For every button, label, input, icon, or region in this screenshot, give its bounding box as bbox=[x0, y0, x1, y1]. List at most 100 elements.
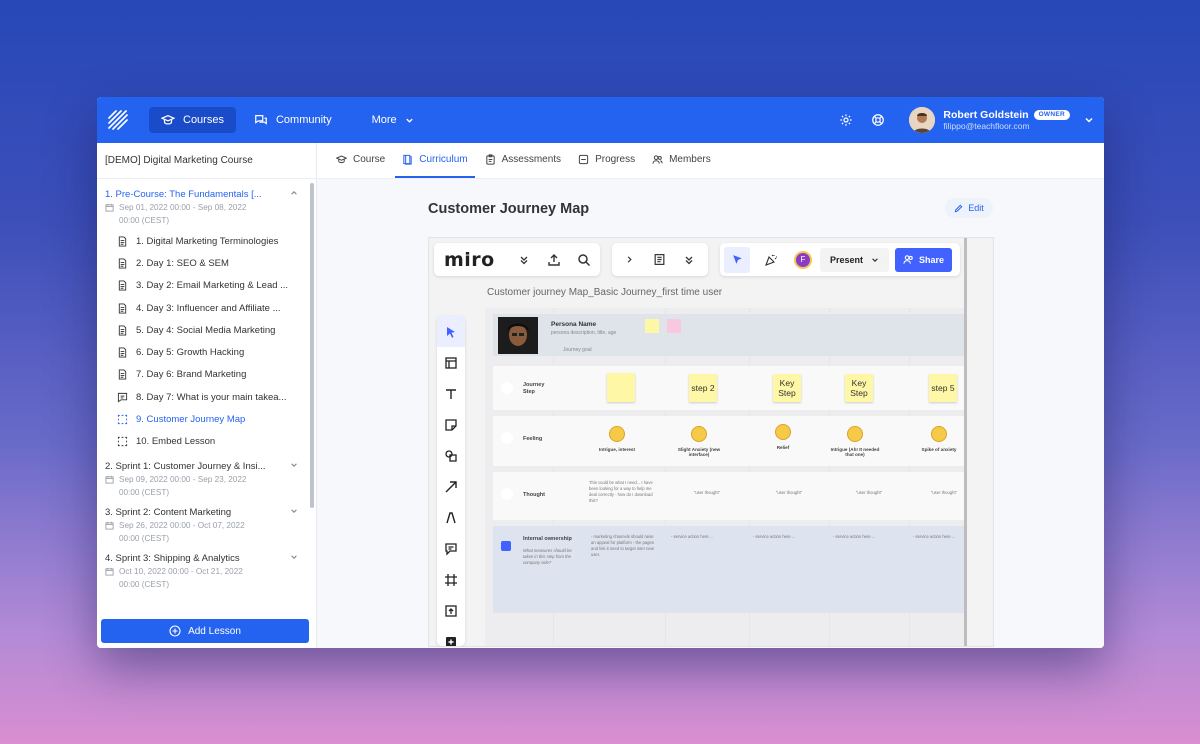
more-apps-icon[interactable] bbox=[437, 626, 465, 646]
miro-embed[interactable]: miro F Present Share Customer journey Ma… bbox=[428, 237, 994, 647]
double-chevron-down-icon[interactable] bbox=[680, 251, 698, 269]
lesson-item[interactable]: 2. Day 1: SEO & SEM bbox=[97, 252, 308, 274]
search-icon[interactable] bbox=[575, 251, 593, 269]
feeling-label: Spike of anxiety bbox=[921, 447, 957, 452]
lesson-label: 10. Embed Lesson bbox=[136, 436, 216, 448]
board-title: Customer journey Map_Basic Journey_first… bbox=[487, 287, 723, 298]
section-header-3[interactable]: 3. Sprint 2: Content Marketing bbox=[97, 503, 308, 518]
comment-tool-icon[interactable] bbox=[437, 533, 465, 564]
journey-row bbox=[493, 366, 965, 410]
select-tool-icon[interactable] bbox=[437, 316, 465, 347]
lesson-item[interactable]: 7. Day 6: Brand Marketing bbox=[97, 364, 308, 386]
progress-icon bbox=[578, 154, 589, 164]
tab-label: Curriculum bbox=[419, 153, 468, 165]
chevron-up-icon[interactable] bbox=[290, 189, 298, 197]
app-logo-icon[interactable] bbox=[107, 109, 129, 131]
section-date-line1: Sep 26, 2022 00:00 - Oct 07, 2022 bbox=[119, 520, 245, 530]
lesson-item[interactable]: 10. Embed Lesson bbox=[97, 431, 308, 453]
chevron-down-icon[interactable] bbox=[290, 461, 298, 469]
sticky-step-5: step 5 bbox=[929, 374, 957, 402]
document-list-icon[interactable] bbox=[650, 251, 668, 269]
tab-assessments[interactable]: Assessments bbox=[478, 142, 568, 178]
help-lifebuoy-icon[interactable] bbox=[869, 111, 887, 129]
section-date-line2: 00:00 (CEST) bbox=[119, 579, 170, 589]
double-chevron-down-icon[interactable] bbox=[515, 251, 533, 269]
user-avatar[interactable] bbox=[909, 107, 936, 133]
text-tool-icon[interactable] bbox=[437, 378, 465, 409]
section-date-line1: Oct 10, 2022 00:00 - Oct 21, 2022 bbox=[119, 566, 243, 576]
templates-tool-icon[interactable] bbox=[437, 347, 465, 378]
chevron-down-icon[interactable] bbox=[290, 507, 298, 515]
add-lesson-label: Add Lesson bbox=[188, 625, 241, 637]
main-content: Course Curriculum Assessments Progress M… bbox=[317, 143, 1104, 648]
user-info[interactable]: Robert Goldstein OWNER filippo@teachfloor… bbox=[943, 109, 1070, 132]
user-menu-chevron-icon[interactable] bbox=[1084, 115, 1094, 125]
owner-badge: OWNER bbox=[1033, 110, 1070, 120]
share-button[interactable]: Share bbox=[895, 247, 953, 272]
document-icon bbox=[118, 302, 127, 314]
miro-tool-palette bbox=[437, 316, 465, 646]
pen-tool-icon[interactable] bbox=[437, 502, 465, 533]
lesson-item[interactable]: 4. Day 3: Influencer and Affiliate ... bbox=[97, 297, 308, 319]
emoji-surprised bbox=[609, 426, 625, 442]
journey-map-board[interactable]: Persona Name persona description, title,… bbox=[485, 308, 965, 646]
tab-members[interactable]: Members bbox=[645, 142, 718, 178]
lesson-item[interactable]: 5. Day 4: Social Media Marketing bbox=[97, 319, 308, 341]
graduation-cap-icon bbox=[336, 155, 347, 163]
emoji-anxious bbox=[931, 426, 947, 442]
graduation-cap-icon bbox=[161, 114, 175, 125]
cursor-sharing-icon[interactable] bbox=[724, 246, 750, 273]
nav-more-button[interactable]: More bbox=[360, 107, 426, 133]
embed-icon bbox=[117, 437, 128, 447]
collaborator-avatar[interactable]: F bbox=[794, 250, 812, 269]
section-date-line2: 00:00 (CEST) bbox=[119, 533, 170, 543]
settings-gear-icon[interactable] bbox=[837, 111, 855, 129]
lesson-item[interactable]: 3. Day 2: Email Marketing & Lead ... bbox=[97, 275, 308, 297]
thought-text: "user thought" bbox=[855, 490, 883, 495]
nav-community-button[interactable]: Community bbox=[242, 107, 344, 133]
lesson-item[interactable]: 1. Digital Marketing Terminologies bbox=[97, 230, 308, 252]
edit-button[interactable]: Edit bbox=[945, 198, 993, 218]
tab-progress[interactable]: Progress bbox=[571, 142, 642, 178]
add-lesson-button[interactable]: Add Lesson bbox=[101, 619, 309, 643]
sticky-note-tool-icon[interactable] bbox=[437, 409, 465, 440]
nav-courses-button[interactable]: Courses bbox=[149, 107, 236, 133]
celebrate-icon[interactable] bbox=[762, 251, 780, 269]
lesson-label: 2. Day 1: SEO & SEM bbox=[136, 257, 229, 269]
upload-tool-icon[interactable] bbox=[437, 595, 465, 626]
persona-name: Persona Name bbox=[551, 321, 597, 328]
lesson-item-active[interactable]: 9. Customer Journey Map bbox=[97, 408, 308, 430]
arrow-tool-icon[interactable] bbox=[437, 471, 465, 502]
chevron-right-icon[interactable] bbox=[620, 251, 638, 269]
persona-card: Persona Name persona description, title,… bbox=[493, 314, 965, 356]
section-title: 4. Sprint 3: Shipping & Analytics bbox=[105, 552, 240, 564]
lesson-item[interactable]: 8. Day 7: What is your main takea... bbox=[97, 386, 308, 408]
lesson-label: 1. Digital Marketing Terminologies bbox=[136, 235, 279, 247]
lesson-label: 8. Day 7: What is your main takea... bbox=[136, 391, 287, 403]
chevron-down-icon[interactable] bbox=[290, 553, 298, 561]
section-header-1[interactable]: 1. Pre-Course: The Fundamentals [... bbox=[97, 185, 308, 200]
section-header-2[interactable]: 2. Sprint 1: Customer Journey & Insi... bbox=[97, 457, 308, 472]
nav-community-label: Community bbox=[275, 114, 332, 126]
sticky-step-3: Key Step bbox=[773, 374, 801, 402]
chevron-down-icon bbox=[405, 118, 413, 123]
chevron-down-icon bbox=[872, 257, 878, 262]
tab-curriculum[interactable]: Curriculum bbox=[395, 142, 475, 178]
tab-course[interactable]: Course bbox=[329, 142, 392, 178]
miro-collab-toolbar: F Present Share bbox=[720, 243, 960, 276]
mini-sticky-yellow bbox=[645, 319, 659, 333]
section-date: Oct 10, 2022 00:00 - Oct 21, 2022 00:00 (… bbox=[97, 564, 308, 591]
sidebar-scrollbar[interactable] bbox=[310, 183, 314, 508]
lesson-item[interactable]: 6. Day 5: Growth Hacking bbox=[97, 341, 308, 363]
shapes-tool-icon[interactable] bbox=[437, 440, 465, 471]
frame-tool-icon[interactable] bbox=[437, 564, 465, 595]
app-window: Courses Community More Robert Goldstein O… bbox=[97, 97, 1104, 648]
present-label: Present bbox=[830, 254, 864, 265]
ownership-note: - marketing channels should raise an app… bbox=[591, 534, 654, 557]
lesson-label: 9. Customer Journey Map bbox=[136, 414, 246, 426]
upload-icon[interactable] bbox=[545, 251, 563, 269]
present-button[interactable]: Present bbox=[820, 247, 890, 272]
section-header-4[interactable]: 4. Sprint 3: Shipping & Analytics bbox=[97, 549, 308, 564]
curriculum-sidebar: [DEMO] Digital Marketing Course 1. Pre-C… bbox=[97, 143, 317, 648]
feeling-row-icon bbox=[501, 432, 513, 444]
